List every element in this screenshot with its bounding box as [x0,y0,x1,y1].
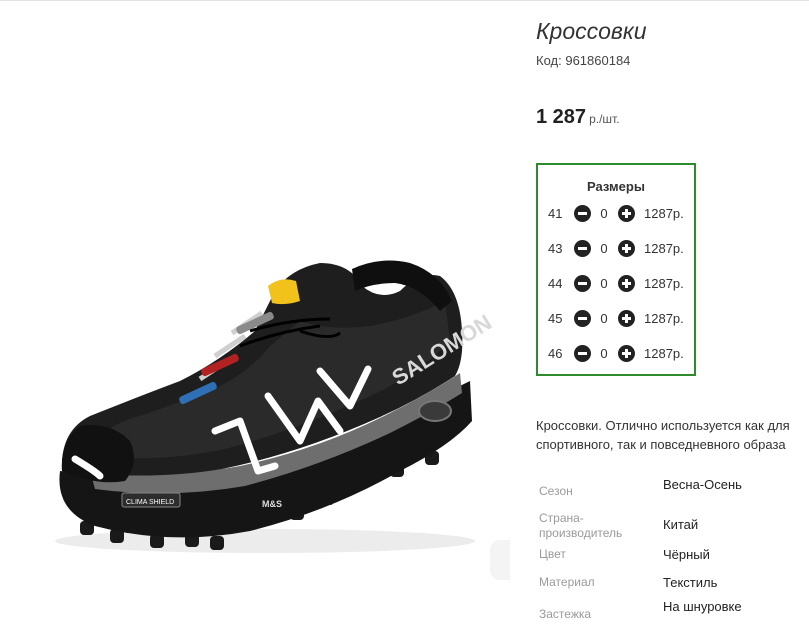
attribute-value: Чёрный [663,547,710,562]
product-page: SALOMON CLIMA SHIELD M&S Кроссовки Код: … [0,0,809,635]
attribute-value: Текстиль [663,575,718,590]
product-description: Кроссовки. Отлично используется как для … [536,416,809,454]
size-row-46: 46 0 1287р. [538,344,694,364]
minus-circle-icon[interactable] [574,310,591,327]
attribute-value: Китай [663,517,699,532]
product-code: Код: 961860184 [536,53,630,68]
product-code-value: 961860184 [565,53,631,68]
size-quantity: 0 [600,206,608,221]
size-row-45: 45 0 1287р. [538,309,694,329]
minus-circle-icon[interactable] [574,205,591,222]
size-price: 1287р. [644,311,684,326]
plus-circle-icon[interactable] [618,240,635,257]
size-price: 1287р. [644,241,684,256]
size-price: 1287р. [644,206,684,221]
plus-circle-icon[interactable] [618,205,635,222]
size-number: 41 [548,206,563,221]
attribute-value: На шнуровке [663,599,742,614]
attribute-key: Застежка [539,607,592,621]
size-quantity: 0 [600,311,608,326]
attribute-key: Цвет [539,547,566,561]
size-price: 1287р. [644,276,684,291]
size-number: 45 [548,311,563,326]
sizes-heading: Размеры [587,179,645,194]
size-quantity: 0 [600,241,608,256]
size-row-43: 43 0 1287р. [538,239,694,259]
plus-circle-icon[interactable] [618,275,635,292]
attribute-key: Страна-производитель [539,511,623,540]
minus-circle-icon[interactable] [574,240,591,257]
size-row-41: 41 0 1287р. [538,204,694,224]
size-row-44: 44 0 1287р. [538,274,694,294]
description-line: спортивного, так и повседневного образа [536,437,786,452]
product-price: 1 287 р./шт. [536,106,620,129]
size-quantity: 0 [600,346,608,361]
attribute-key: Сезон [539,484,573,498]
product-photo[interactable]: SALOMON CLIMA SHIELD M&S [0,1,510,635]
plus-circle-icon[interactable] [618,345,635,362]
product-code-label: Код: [536,53,562,68]
svg-text:M&S: M&S [262,499,282,509]
size-number: 46 [548,346,563,361]
image-edge-shadow [490,540,510,580]
size-quantity: 0 [600,276,608,291]
price-unit: р./шт. [589,112,620,126]
attribute-key: Материал [539,575,595,589]
size-number: 44 [548,276,563,291]
plus-circle-icon[interactable] [618,310,635,327]
size-price: 1287р. [644,346,684,361]
product-title: Кроссовки [536,18,647,44]
sizes-panel: Размеры 41 0 1287р. 43 0 1287р. 44 0 128… [536,163,696,376]
price-amount: 1 287 [536,106,587,128]
size-number: 43 [548,241,563,256]
attribute-value: Весна-Осень [663,477,742,492]
product-info: Кроссовки Код: 961860184 1 287 р./шт. Раз… [536,0,809,635]
minus-circle-icon[interactable] [574,345,591,362]
description-line: Кроссовки. Отлично используется как для [536,418,790,433]
svg-text:CLIMA SHIELD: CLIMA SHIELD [126,499,174,506]
minus-circle-icon[interactable] [574,275,591,292]
sneaker-image: SALOMON CLIMA SHIELD M&S [55,260,496,553]
